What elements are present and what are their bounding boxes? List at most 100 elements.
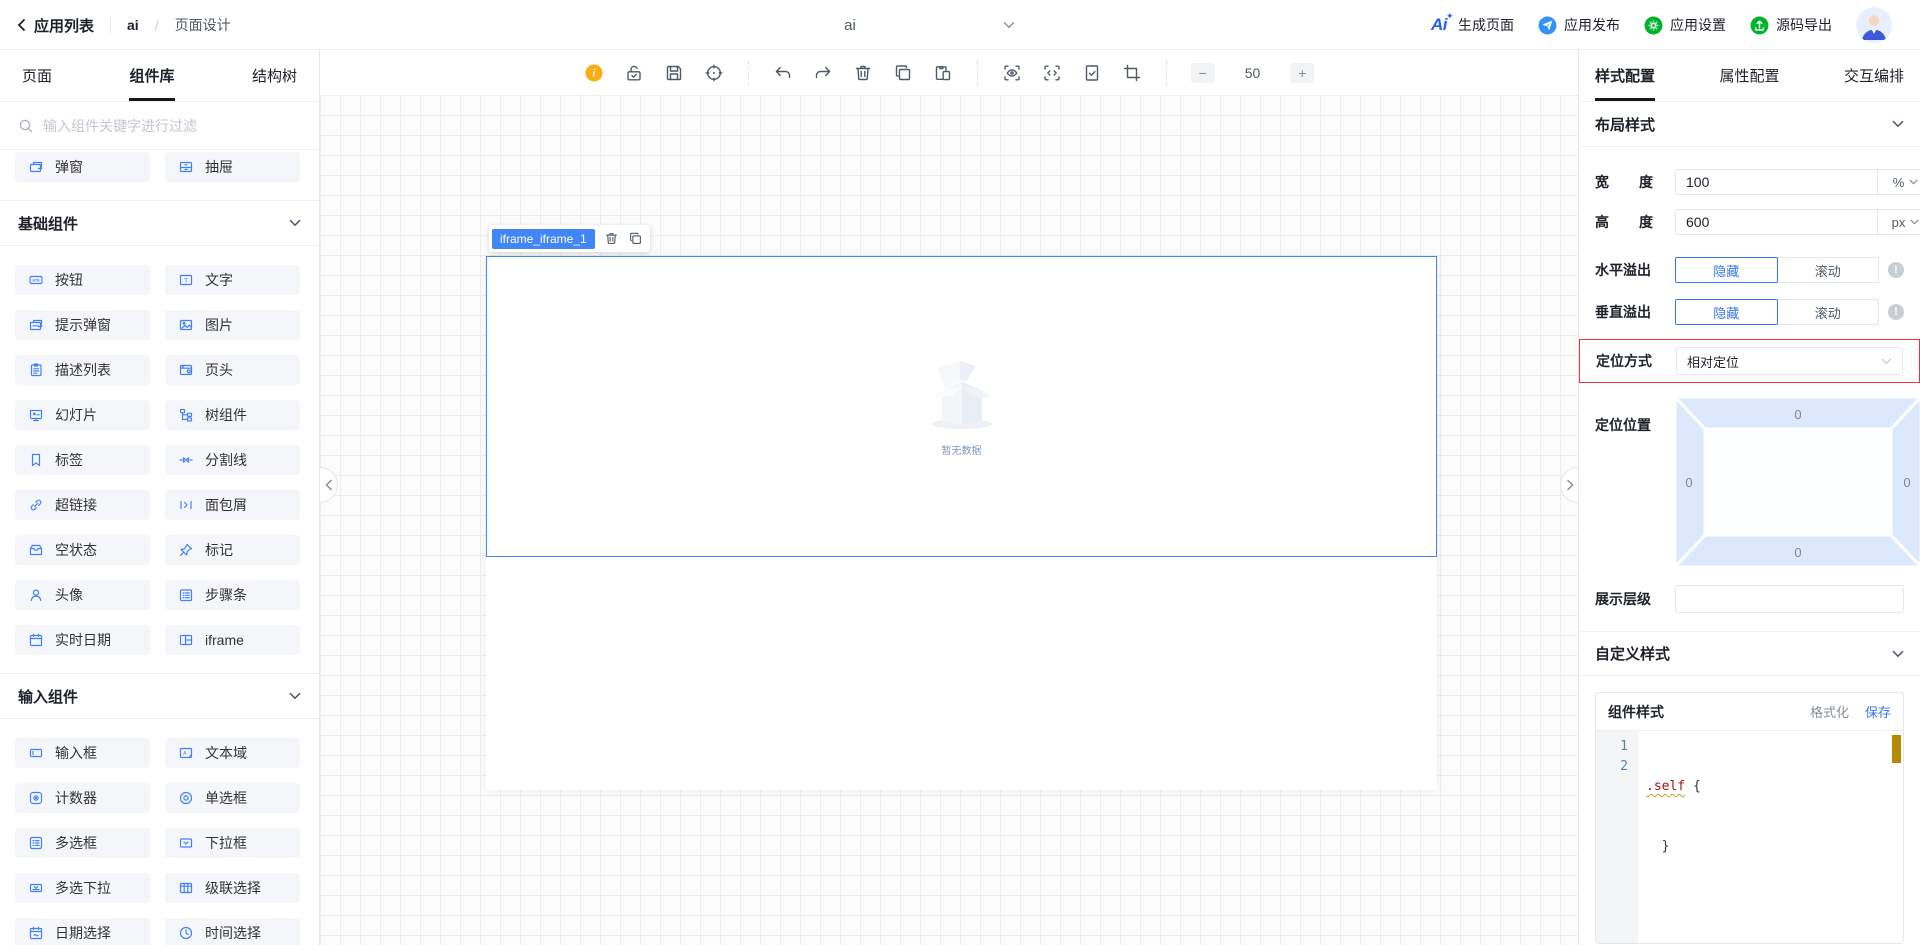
component-item-time-picker[interactable]: 时间选择 [165,918,300,945]
app-header: 应用列表 ai / 页面设计 ai Ai ✦ 生成页面 应用发布 应用设置 源码导出 [0,0,1920,50]
component-item-input[interactable]: 输入框 [15,738,150,768]
component-item-breadcrumb[interactable]: 面包屑 [165,490,300,520]
overflow-h-scroll-option[interactable]: 滚动 [1776,257,1879,283]
z-index-input[interactable] [1675,585,1904,613]
save-icon[interactable] [664,63,684,83]
zoom-in-button[interactable]: + [1290,62,1315,83]
component-item-divider[interactable]: 分割线 [165,445,300,475]
selected-component-name: iframe_iframe_1 [492,228,595,249]
component-item-page-header[interactable]: 页头 [165,355,300,385]
generate-button[interactable]: Ai ✦ 生成页面 [1431,11,1514,35]
component-item-desc-list[interactable]: 描述列表 [15,355,150,385]
component-group-header[interactable]: 输入组件 [0,673,319,719]
copy-icon[interactable] [893,63,913,83]
width-input[interactable] [1676,170,1877,194]
component-item-tooltip-popup[interactable]: 提示弹窗 [15,310,150,340]
lock-icon[interactable] [624,63,644,83]
width-unit-select[interactable]: % [1877,170,1920,194]
text-icon: T [178,272,194,288]
delete-icon[interactable] [853,63,873,83]
sidebar-tab-pages[interactable]: 页面 [22,50,52,101]
collapse-right-panel-handle[interactable] [1560,467,1578,503]
canvas-grid[interactable]: 暂无数据 iframe_iframe_1 [320,95,1578,945]
code-icon[interactable] [1042,63,1062,83]
format-button[interactable]: 格式化 [1810,702,1849,721]
component-item-button[interactable]: BTN 按钮 [15,265,150,295]
overflow-v-info-icon[interactable]: ! [1888,304,1904,320]
user-avatar[interactable] [1856,7,1892,43]
component-item-link[interactable]: 超链接 [15,490,150,520]
overflow-v-scroll-option[interactable]: 滚动 [1776,299,1879,325]
height-input[interactable] [1676,210,1877,234]
target-icon[interactable] [704,63,724,83]
component-style-card: 组件样式 格式化 保存 1 2 .self { } [1595,692,1904,944]
component-item-mark[interactable]: 标记 [165,535,300,565]
component-label: 头像 [55,587,83,603]
component-item-image[interactable]: 图片 [165,310,300,340]
undo-icon[interactable] [773,63,793,83]
editor-overview-marker [1892,735,1901,763]
component-item-checkbox[interactable]: 多选框 [15,828,150,858]
publish-button[interactable]: 应用发布 [1538,15,1620,35]
overflow-v-hidden-option[interactable]: 隐藏 [1675,299,1778,325]
component-label: 树组件 [205,407,247,423]
delete-component-icon[interactable] [604,231,619,246]
sidebar-tab-components[interactable]: 组件库 [129,50,175,101]
component-item-tree[interactable]: 树组件 [165,400,300,430]
custom-style-section-header[interactable]: 自定义样式 [1579,631,1920,676]
frame-icon[interactable] [1122,63,1142,83]
save-button[interactable]: 保存 [1865,702,1891,721]
component-item-multi-select[interactable]: 多选下拉 [15,873,150,903]
position-mode-select[interactable]: 相对定位 [1676,347,1903,375]
css-code-editor[interactable]: 1 2 .self { } [1596,731,1903,943]
settings-button[interactable]: 应用设置 [1644,15,1726,35]
component-item-empty[interactable]: 空状态 [15,535,150,565]
sidebar-tab-tree[interactable]: 结构树 [252,50,297,101]
page-select[interactable]: ai [800,0,900,50]
component-item-carousel[interactable]: 幻灯片 [15,400,150,430]
page-select-chevron-icon[interactable] [1003,21,1015,29]
export-button[interactable]: 源码导出 [1750,15,1832,35]
component-item-cascader[interactable]: 级联选择 [165,873,300,903]
info-icon[interactable]: i [584,63,604,83]
component-item-iframe[interactable]: iframe [165,625,300,655]
component-item-date-picker[interactable]: 日期选择 [15,918,150,945]
component-item-textarea[interactable]: A 文本域 [165,738,300,768]
position-frame-widget[interactable]: 0 0 0 0 [1675,397,1920,567]
component-group-header[interactable]: 基础组件 [0,200,319,246]
redo-icon[interactable] [813,63,833,83]
component-item-select[interactable]: 下拉框 [165,828,300,858]
component-item-text[interactable]: T 文字 [165,265,300,295]
component-item-counter[interactable]: 计数器 [15,783,150,813]
component-item-steps[interactable]: 步骤条 [165,580,300,610]
component-item-tag[interactable]: 标签 [15,445,150,475]
component-item-drawer[interactable]: 抽屉 [165,152,300,182]
back-button[interactable]: 应用列表 [16,15,94,36]
copy-component-icon[interactable] [628,231,643,246]
layout-section-header[interactable]: 布局样式 [1579,102,1920,147]
component-item-date[interactable]: 实时日期 [15,625,150,655]
search-input[interactable] [43,117,301,134]
toolbar-divider [976,60,978,85]
collapse-left-panel-handle[interactable] [320,467,338,503]
height-unit-select[interactable]: px [1877,210,1920,234]
inspector-tab-style[interactable]: 样式配置 [1595,50,1656,101]
page-check-icon[interactable] [1082,63,1102,83]
component-label: 描述列表 [55,362,111,378]
overflow-h-info-icon[interactable]: ! [1888,262,1904,278]
inspector-tab-interact[interactable]: 交互编排 [1844,50,1904,101]
component-item-avatar[interactable]: 头像 [15,580,150,610]
generate-label: 生成页面 [1458,17,1514,33]
component-sidebar: 页面 组件库 结构树 弹窗 抽屉基础组件 BTN 按钮 T 文字提示弹窗 图片描述列表 页头幻灯片… [0,50,320,945]
preview-icon[interactable] [1002,63,1022,83]
paste-icon[interactable] [933,63,953,83]
selected-iframe-component[interactable]: 暂无数据 [486,256,1437,557]
component-item-radio[interactable]: 单选框 [165,783,300,813]
component-group-title: 基础组件 [18,215,79,233]
inspector-tab-props[interactable]: 属性配置 [1719,50,1779,101]
zoom-out-button[interactable]: − [1190,62,1215,83]
component-item-popup[interactable]: 弹窗 [15,152,150,182]
page-surface[interactable]: 暂无数据 [486,256,1437,790]
component-search[interactable] [0,102,319,150]
overflow-h-hidden-option[interactable]: 隐藏 [1675,257,1778,283]
